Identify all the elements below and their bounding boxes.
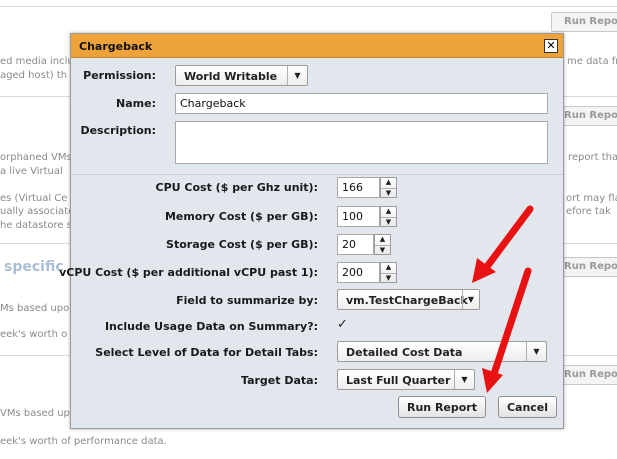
- storage-cost-label: Storage Cost ($ per GB):: [166, 238, 318, 251]
- bg-description-text: es (Virtual Ce: [0, 193, 68, 204]
- spin-down-icon[interactable]: ▼: [381, 216, 396, 227]
- permission-label: Permission:: [83, 69, 156, 82]
- name-field[interactable]: Chargeback: [175, 93, 548, 114]
- bg-description-text: VMs based upo: [0, 408, 77, 419]
- bg-description-text: ed media includ: [0, 56, 81, 67]
- vcpu-cost-label: vCPU Cost ($ per additional vCPU past 1)…: [59, 266, 318, 279]
- bg-description-text: report tha: [568, 152, 617, 163]
- permission-value: World Writable: [184, 70, 278, 83]
- cpu-cost-stepper[interactable]: ▲ ▼: [380, 177, 397, 198]
- detail-level-value: Detailed Cost Data: [346, 346, 463, 359]
- include-usage-checkbox[interactable]: ✓: [337, 318, 351, 332]
- detail-level-label: Select Level of Data for Detail Tabs:: [95, 346, 318, 359]
- target-data-value: Last Full Quarter: [346, 374, 451, 387]
- summarize-field-select[interactable]: vm.TestChargeBack ▼: [337, 289, 480, 310]
- name-label: Name:: [116, 97, 156, 110]
- memory-cost-stepper[interactable]: ▲ ▼: [380, 206, 397, 227]
- bg-description-text: eek's worth o: [0, 329, 68, 340]
- include-usage-label: Include Usage Data on Summary?:: [104, 320, 318, 333]
- close-icon[interactable]: ✕: [544, 39, 558, 53]
- target-data-select[interactable]: Last Full Quarter ▼: [337, 369, 475, 390]
- bg-description-text: eek's worth of performance data.: [0, 436, 167, 447]
- bg-section-heading: specific: [4, 259, 64, 275]
- chevron-down-icon: ▼: [454, 370, 474, 389]
- summarize-field-value: vm.TestChargeBack: [346, 294, 468, 307]
- storage-cost-input[interactable]: 20: [337, 234, 374, 255]
- detail-level-select[interactable]: Detailed Cost Data ▼: [337, 341, 547, 362]
- bg-description-text: Ms based upo: [0, 303, 70, 314]
- bg-description-text: ually associate: [0, 206, 75, 217]
- spin-up-icon[interactable]: ▲: [381, 178, 396, 188]
- bg-description-text: he datastore s: [0, 220, 72, 231]
- spin-down-icon[interactable]: ▼: [381, 272, 396, 283]
- bg-description-text: ort may fla: [566, 193, 617, 204]
- cpu-cost-input[interactable]: 166: [337, 177, 380, 198]
- bg-description-text: orphaned VMs: [0, 152, 72, 163]
- target-data-label: Target Data:: [241, 374, 318, 387]
- spin-down-icon[interactable]: ▼: [375, 244, 390, 255]
- dialog-title: Chargeback: [79, 40, 153, 53]
- spin-down-icon[interactable]: ▼: [381, 187, 396, 198]
- spin-up-icon[interactable]: ▲: [375, 235, 390, 245]
- chargeback-dialog: Chargeback ✕ Permission: World Writable …: [59, 33, 564, 429]
- chevron-down-icon: ▼: [526, 342, 546, 361]
- spin-up-icon[interactable]: ▲: [381, 207, 396, 217]
- bg-description-text: me data fr: [567, 56, 617, 67]
- bg-description-text: a live Virtual: [0, 166, 63, 177]
- storage-cost-stepper[interactable]: ▲ ▼: [374, 234, 391, 255]
- description-label: Description:: [80, 124, 156, 137]
- cancel-button[interactable]: Cancel: [498, 396, 557, 418]
- vcpu-cost-stepper[interactable]: ▲ ▼: [380, 262, 397, 283]
- permission-select[interactable]: World Writable ▼: [175, 65, 308, 86]
- cpu-cost-label: CPU Cost ($ per Ghz unit):: [155, 181, 318, 194]
- vcpu-cost-input[interactable]: 200: [337, 262, 380, 283]
- summarize-field-label: Field to summarize by:: [176, 294, 318, 307]
- chevron-down-icon: ▼: [462, 290, 479, 309]
- section-divider: [71, 174, 563, 175]
- memory-cost-input[interactable]: 100: [337, 206, 380, 227]
- run-report-button-bg[interactable]: Run Repor: [551, 12, 617, 32]
- run-report-button[interactable]: Run Report: [398, 396, 486, 418]
- chevron-down-icon: ▼: [287, 66, 307, 85]
- description-field[interactable]: [175, 121, 548, 164]
- dialog-titlebar[interactable]: Chargeback ✕: [71, 34, 563, 58]
- bg-description-text: efore tak: [566, 206, 611, 217]
- row-divider: [0, 6, 617, 7]
- bg-description-text: aged host) th: [0, 70, 68, 81]
- spin-up-icon[interactable]: ▲: [381, 263, 396, 273]
- memory-cost-label: Memory Cost ($ per GB):: [164, 210, 318, 223]
